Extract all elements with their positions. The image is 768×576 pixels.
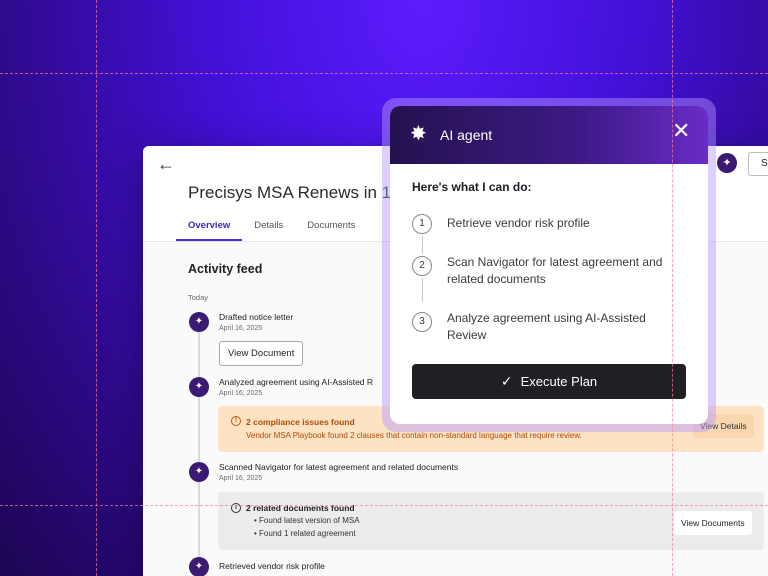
event-date: April 16, 2025 — [219, 390, 263, 397]
step-text: Scan Navigator for latest agreement and … — [447, 255, 663, 286]
step-number: 3 — [412, 312, 432, 332]
event-date: April 16, 2025 — [219, 325, 263, 332]
event-title: Drafted notice letter — [219, 312, 294, 322]
activity-feed-title: Activity feed — [188, 262, 263, 276]
guide-line — [96, 0, 97, 576]
event-sparkle-icon: ✦ — [189, 462, 209, 482]
event-title: Retrieved vendor risk profile — [219, 561, 325, 571]
related-list: Found latest version of MSA Found 1 rela… — [254, 516, 360, 542]
related-title: 2 related documents found — [246, 503, 355, 513]
tab-overview[interactable]: Overview — [176, 218, 243, 241]
event-sparkle-icon: ✦ — [189, 377, 209, 397]
tab-bar: Overview Details Documents — [176, 218, 367, 241]
step-connector — [422, 278, 423, 302]
view-document-button[interactable]: View Document — [219, 341, 304, 366]
list-item: Found latest version of MSA — [254, 516, 360, 525]
view-documents-button[interactable]: View Documents — [674, 511, 752, 535]
tab-documents[interactable]: Documents — [295, 218, 367, 241]
close-icon[interactable]: ✕ — [672, 120, 690, 142]
header-button[interactable]: Sl — [748, 152, 768, 176]
guide-line — [0, 73, 768, 74]
event-title: Scanned Navigator for latest agreement a… — [219, 462, 459, 472]
ai-sparkle-icon[interactable]: ✦ — [717, 153, 737, 173]
warning-icon: ! — [231, 416, 241, 426]
agent-title: AI agent — [440, 127, 493, 143]
list-item: Found 1 related agreement — [254, 529, 360, 538]
ai-agent-panel: ✸ AI agent ✕ Here's what I can do: 1 Ret… — [390, 106, 708, 424]
step-number: 2 — [412, 256, 432, 276]
check-icon: ✓ — [500, 373, 513, 389]
alert-title: 2 compliance issues found — [246, 417, 355, 427]
event-sparkle-icon: ✦ — [189, 557, 209, 576]
step-number: 1 — [412, 214, 432, 234]
arrow-left-icon[interactable]: ← — [157, 154, 175, 175]
info-icon: i — [231, 503, 241, 513]
alert-text: Vendor MSA Playbook found 2 clauses that… — [246, 431, 582, 440]
event-sparkle-icon: ✦ — [189, 312, 209, 332]
timeline-line — [198, 322, 200, 576]
agent-header: ✸ AI agent ✕ — [390, 106, 708, 164]
tab-details[interactable]: Details — [242, 218, 295, 241]
step-text: Analyze agreement using AI-Assisted Revi… — [447, 311, 646, 342]
execute-plan-button[interactable]: ✓ Execute Plan — [412, 364, 686, 399]
event-title: Analyzed agreement using AI-Assisted R — [219, 377, 374, 387]
feed-group-label: Today — [188, 293, 209, 302]
step-connector — [422, 236, 423, 254]
execute-plan-label: Execute Plan — [520, 374, 598, 389]
ai-sparkle-icon: ✸ — [410, 123, 427, 145]
step-text: Retrieve vendor risk profile — [447, 216, 590, 230]
agent-intro: Here's what I can do: — [412, 180, 532, 194]
event-date: April 16, 2025 — [219, 475, 263, 482]
